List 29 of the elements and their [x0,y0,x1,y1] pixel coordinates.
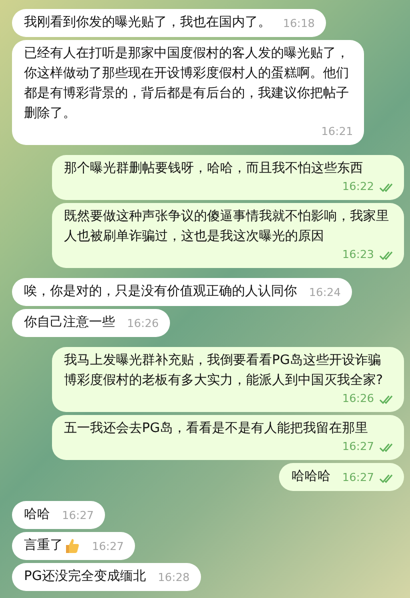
message-text: 已经有人在打听是那家中国度假村的客人发的曝光贴了，你这样做动了那些现在开设博彩度假村人的蛋糕啊。他们都是有博彩背景的，背后都是有后台的，我建议你把帖子删除了。 [24,45,350,123]
message-text: 我刚看到你发的曝光贴了，我也在国内了。 [24,14,271,32]
message-time: 16:26 [342,391,374,407]
message-time: 16:22 [342,179,374,195]
message-time: 16:27 [342,439,374,455]
double-check-icon [379,474,393,482]
double-check-icon [379,250,393,260]
message-text: 五一我还会去PG岛，看看是不是有人能把我留在那里 [64,420,368,438]
message-text: 唉，你是对的，只是没有价值观正确的人认同你 [24,283,297,301]
double-check-icon [379,442,393,452]
message-time: 16:28 [158,570,190,586]
double-check-icon [379,182,393,192]
message-time: 16:24 [309,285,341,301]
message-time: 16:27 [92,539,124,555]
message-text: 言重了 [24,537,63,555]
double-check-icon [379,394,393,404]
message-text: 我马上发曝光群补充贴，我倒要看看PG岛这些开设诈骗博彩度假村的老板有多大实力，能派人到中国灭我全家? [64,352,384,390]
message-text: PG还没完全变成缅北 [24,568,146,586]
message-text: 那个曝光群删帖要钱呀，哈哈，而且我不怕这些东西 [64,160,363,178]
message-time: 16:18 [283,16,315,32]
message-time: 16:27 [62,508,94,524]
message-text: 既然要做这种声张争议的傻逼事情我就不怕影响，我家里人也被刷单诈骗过，这也是我这次曝光的原因 [64,208,390,246]
message-text: 哈哈哈 [291,468,330,486]
message-time: 16:26 [127,316,159,332]
message-text: 哈哈 [24,506,50,524]
message-text: 你自己注意一些 [24,314,115,332]
message-time: 16:21 [321,124,353,140]
message-time: 16:23 [342,247,374,263]
message-time: 16:27 [342,470,374,486]
